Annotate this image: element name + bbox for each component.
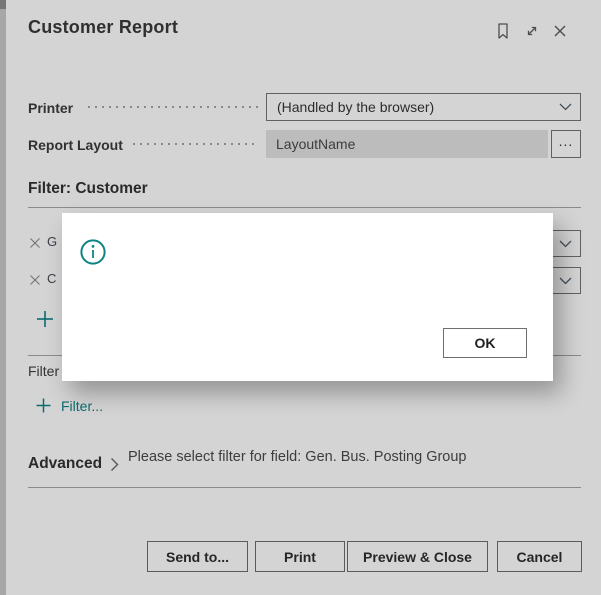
ok-button[interactable]: OK <box>443 328 527 358</box>
info-icon <box>80 239 106 265</box>
message-dialog: Please select filter for field: Gen. Bus… <box>62 213 553 381</box>
customer-report-request-page: Customer Report Printer (Handled by the … <box>0 0 601 595</box>
dialog-message: Please select filter for field: Gen. Bus… <box>128 449 467 465</box>
